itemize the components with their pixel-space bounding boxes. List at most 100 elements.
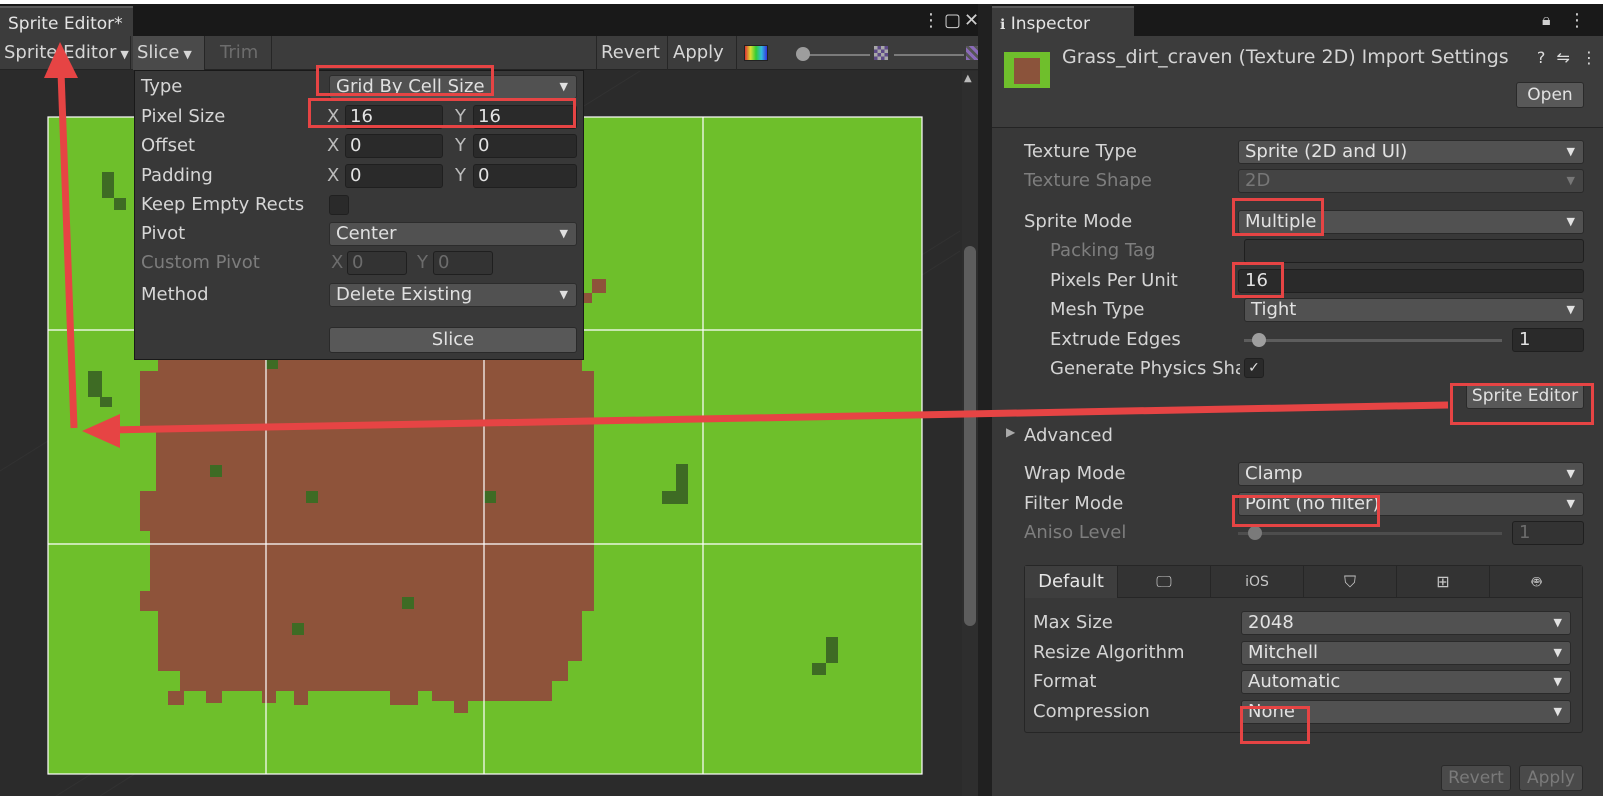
keep-empty-rects-label: Keep Empty Rects (141, 194, 305, 215)
tab-default[interactable]: Default (1025, 566, 1118, 598)
mesh-type-dropdown[interactable]: Tight ▼ (1244, 298, 1584, 322)
texture-shape-dropdown: 2D ▼ (1238, 169, 1584, 193)
chevron-down-icon: ▼ (120, 48, 129, 61)
extrude-edges-label: Extrude Edges (1050, 329, 1181, 350)
max-size-dropdown[interactable]: 2048 ▼ (1241, 611, 1571, 635)
offset-x-axis: X (327, 135, 340, 156)
tab-android[interactable]: 🤖︎ (1490, 566, 1583, 598)
zoom-slider-knob[interactable] (796, 47, 810, 61)
inspector-tab-label: Inspector (1010, 14, 1091, 34)
format-dropdown[interactable]: Automatic ▼ (1241, 670, 1571, 694)
close-icon[interactable]: ✕ (964, 10, 979, 31)
sprite-mode-dropdown[interactable]: Multiple ▼ (1238, 210, 1584, 234)
keep-empty-rects-checkbox[interactable] (329, 195, 349, 215)
maximize-icon[interactable]: ▢ (944, 10, 961, 31)
apply-button[interactable]: Apply (1519, 765, 1583, 791)
dirt-patch (140, 351, 594, 701)
color-channel-icon[interactable] (744, 45, 768, 61)
trim-button[interactable]: Trim (206, 36, 272, 70)
zoom-slider-track[interactable] (800, 54, 870, 56)
filter-mode-dropdown[interactable]: Point (no filter) ▼ (1238, 492, 1584, 516)
presets-icon[interactable]: ⇋ (1557, 48, 1570, 67)
generate-physics-checkbox[interactable]: ✓ (1244, 358, 1264, 378)
slice-popup: Type Grid By Cell Size ▼ Pixel Size X 16 … (134, 70, 584, 360)
more-options-icon[interactable]: ⋮ (1568, 10, 1586, 31)
mipmap-slider-track[interactable] (894, 54, 964, 56)
mesh-type-value: Tight (1251, 299, 1297, 320)
texture-thumbnail (1004, 52, 1050, 88)
texture-shape-label: Texture Shape (1024, 170, 1152, 191)
sprite-editor-window: Sprite Editor* ⋮ ▢ ✕ Sprite Editor ▼ Slic… (0, 4, 979, 796)
tab-sprite-editor[interactable]: Sprite Editor* (0, 6, 133, 36)
pivot-dropdown[interactable]: Center ▼ (329, 222, 577, 246)
extrude-edges-slider[interactable] (1244, 339, 1502, 342)
pixel-size-y-field[interactable]: 16 (473, 105, 577, 129)
custom-pivot-y-axis: Y (417, 252, 428, 273)
pixel-size-label: Pixel Size (141, 106, 226, 127)
pivot-value: Center (336, 223, 397, 244)
padding-label: Padding (141, 165, 213, 186)
padding-y-field[interactable]: 0 (473, 164, 577, 188)
header-icons: ? ⇋ ⋮ (1537, 48, 1597, 67)
revert-button[interactable]: Revert (1441, 765, 1511, 791)
tab-webgl[interactable]: ⛉ (1304, 566, 1397, 598)
texture-shape-value: 2D (1245, 170, 1271, 191)
offset-y-field[interactable]: 0 (473, 134, 577, 158)
platform-settings: Default 🖵︎ iOS ⛉ ⊞ 🤖︎ Max Size 2048 ▼ Res… (1024, 565, 1583, 733)
sprite-mode-value: Multiple (1245, 211, 1317, 232)
padding-x-axis: X (327, 165, 340, 186)
tab-inspector[interactable]: ℹ Inspector (992, 6, 1134, 36)
import-settings: Texture Type Sprite (2D and UI) ▼ Texture… (992, 129, 1603, 796)
extrude-edges-field[interactable]: 1 (1512, 328, 1584, 352)
padding-x-field[interactable]: 0 (345, 164, 443, 188)
scroll-up-icon[interactable]: ▲ (964, 73, 972, 84)
compression-dropdown[interactable]: None ▼ (1241, 700, 1571, 724)
mesh-type-label: Mesh Type (1050, 299, 1145, 320)
slice-button[interactable]: Slice (329, 327, 577, 353)
checkmark-icon: ✓ (1248, 360, 1260, 376)
lock-icon[interactable]: 🔒︎ (1542, 10, 1551, 30)
slice-dropdown[interactable]: Slice ▼ (133, 36, 205, 70)
open-sprite-editor-button[interactable]: Sprite Editor (1466, 383, 1584, 409)
aniso-level-slider-knob (1248, 526, 1262, 540)
wrap-mode-dropdown[interactable]: Clamp ▼ (1238, 462, 1584, 486)
help-icon[interactable]: ? (1537, 48, 1546, 67)
chevron-down-icon: ▼ (1566, 145, 1575, 158)
revert-button[interactable]: Revert (596, 36, 668, 70)
sprite-mode-label: Sprite Mode (1024, 211, 1133, 232)
canvas-scrollbar[interactable]: ▲ (962, 71, 978, 796)
editor-mode-dropdown[interactable]: Sprite Editor ▼ (0, 36, 131, 70)
mipmap-high-icon (966, 46, 978, 60)
texture-type-dropdown[interactable]: Sprite (2D and UI) ▼ (1238, 140, 1584, 164)
open-button[interactable]: Open (1516, 82, 1584, 108)
html5-icon: ⛉ (1343, 572, 1356, 591)
chevron-down-icon: ▼ (1566, 497, 1575, 510)
more-options-icon[interactable]: ⋮ (922, 10, 940, 31)
max-size-value: 2048 (1248, 612, 1294, 633)
scrollbar-thumb[interactable] (964, 246, 976, 626)
resize-algorithm-dropdown[interactable]: Mitchell ▼ (1241, 641, 1571, 665)
tab-windows[interactable]: ⊞ (1397, 566, 1490, 598)
custom-pivot-label: Custom Pivot (141, 252, 260, 273)
tab-standalone[interactable]: 🖵︎ (1118, 566, 1211, 598)
more-options-icon[interactable]: ⋮ (1581, 48, 1597, 67)
extrude-edges-slider-knob[interactable] (1252, 333, 1266, 347)
foldout-arrow-icon[interactable]: ▶ (1006, 425, 1015, 439)
inspector-window: ℹ Inspector 🔒︎ ⋮ Grass_dirt_craven (Text… (992, 4, 1603, 796)
method-dropdown[interactable]: Delete Existing ▼ (329, 283, 577, 307)
tab-ios[interactable]: iOS (1211, 566, 1304, 598)
pixel-size-x-field[interactable]: 16 (345, 105, 443, 129)
panel-splitter[interactable] (978, 4, 992, 796)
offset-label: Offset (141, 135, 196, 156)
asset-header: Grass_dirt_craven (Texture 2D) Import Se… (992, 36, 1603, 128)
type-dropdown[interactable]: Grid By Cell Size ▼ (329, 75, 577, 99)
custom-pivot-y-field: 0 (433, 251, 493, 275)
chevron-down-icon: ▼ (1566, 215, 1575, 228)
inspector-tabbar: ℹ Inspector 🔒︎ ⋮ (992, 4, 1603, 36)
pixels-per-unit-field[interactable]: 16 (1238, 269, 1584, 293)
apply-button[interactable]: Apply (669, 36, 737, 70)
advanced-foldout[interactable]: Advanced (1024, 425, 1113, 446)
chevron-down-icon: ▼ (1553, 646, 1562, 659)
offset-x-field[interactable]: 0 (345, 134, 443, 158)
slice-dropdown-label: Slice (137, 42, 180, 63)
